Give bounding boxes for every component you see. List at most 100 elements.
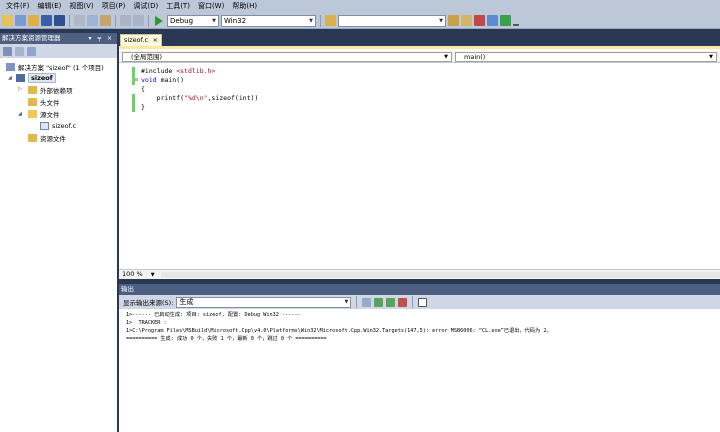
- previous-message-icon[interactable]: [374, 297, 384, 307]
- navigation-bar: (全局范围) ▼ main() ▼: [119, 51, 720, 63]
- menu-project[interactable]: 项目(P): [98, 0, 130, 13]
- find-combo[interactable]: ▼: [338, 14, 446, 27]
- properties-icon[interactable]: [3, 46, 12, 56]
- scope-combo[interactable]: (全局范围) ▼: [122, 52, 452, 62]
- output-source-value: 生成: [179, 298, 194, 306]
- output-source-combo[interactable]: 生成 ▼: [176, 296, 352, 308]
- tree-node-project[interactable]: sizeof: [16, 72, 56, 83]
- show-all-files-icon[interactable]: [15, 46, 24, 56]
- code-line: printf("%d\n",sizeof(int)): [141, 94, 259, 102]
- platform-combo[interactable]: Win32 ▼: [221, 14, 316, 27]
- menu-debug[interactable]: 调试(D): [129, 0, 162, 13]
- code-line: }: [141, 103, 145, 111]
- collapse-icon[interactable]: ◢: [18, 111, 22, 117]
- next-message-icon[interactable]: [386, 297, 396, 307]
- output-title: 输出: [121, 285, 134, 293]
- member-value: main(): [464, 53, 486, 61]
- word-wrap-icon[interactable]: [418, 297, 428, 307]
- toolbox-icon[interactable]: [474, 15, 485, 26]
- chevron-down-icon: ▼: [212, 17, 216, 24]
- header-files-label: 头文件: [40, 98, 60, 107]
- menu-file[interactable]: 文件(F): [2, 0, 34, 13]
- chevron-down-icon[interactable]: ▼: [151, 272, 155, 278]
- folder-icon: [28, 133, 37, 142]
- folder-icon: [28, 97, 37, 106]
- toolbar-separator: [148, 14, 149, 27]
- paste-icon[interactable]: [100, 15, 111, 26]
- tab-label: sizeof.c: [124, 36, 149, 44]
- tab-sizeof-c[interactable]: sizeof.c ×: [120, 34, 162, 46]
- zoom-level[interactable]: 100 %: [122, 270, 143, 278]
- external-deps-label: 外部依赖项: [40, 86, 73, 95]
- start-debugging-icon[interactable]: [155, 15, 163, 26]
- expand-icon[interactable]: ▷: [18, 86, 22, 92]
- configuration-combo[interactable]: Debug ▼: [167, 14, 219, 27]
- toolbar-separator: [69, 14, 70, 27]
- save-icon[interactable]: [41, 15, 52, 26]
- horizontal-scrollbar[interactable]: [161, 272, 720, 278]
- menu-tools[interactable]: 工具(T): [162, 0, 194, 13]
- fold-icon[interactable]: ⊟: [135, 77, 138, 83]
- tree-node-source-files[interactable]: 源文件: [28, 108, 60, 119]
- add-item-icon[interactable]: [15, 15, 26, 26]
- document-tabs: sizeof.c ×: [119, 33, 720, 46]
- tree-node-resource-files[interactable]: 资源文件: [28, 132, 66, 143]
- redo-icon[interactable]: [133, 15, 144, 26]
- copy-icon[interactable]: [87, 15, 98, 26]
- source-file-label: sizeof.c: [52, 121, 77, 130]
- output-text[interactable]: 1>------ 已启动生成: 项目: sizeof, 配置: Debug Wi…: [119, 309, 720, 432]
- code-line: {: [141, 85, 145, 93]
- toolbar-separator: [320, 14, 321, 27]
- cut-icon[interactable]: [74, 15, 85, 26]
- code-line: #include <stdlib.h>: [141, 67, 216, 75]
- resource-files-label: 资源文件: [40, 134, 66, 143]
- output-line: 1>C:\Program Files\MSBuild\Microsoft.Cpp…: [126, 328, 552, 334]
- folder-icon: [28, 85, 37, 94]
- toolbar-separator: [115, 14, 116, 27]
- properties-icon[interactable]: [461, 15, 472, 26]
- close-icon[interactable]: ×: [153, 35, 158, 46]
- code-line: void main(): [141, 76, 185, 84]
- clear-all-icon[interactable]: [398, 297, 408, 307]
- tree-node-external-deps[interactable]: 外部依赖项: [28, 84, 73, 95]
- zoom-bar: 100 % ▼: [119, 269, 720, 279]
- menu-edit[interactable]: 编辑(E): [34, 0, 66, 13]
- project-icon: [16, 73, 25, 82]
- open-file-icon[interactable]: [28, 15, 39, 26]
- class-view-icon[interactable]: [487, 15, 498, 26]
- tree-node-solution[interactable]: 解决方案 "sizeof" (1 个项目): [6, 61, 104, 72]
- source-files-label: 源文件: [40, 110, 60, 119]
- start-page-icon[interactable]: [500, 15, 511, 26]
- solution-explorer-icon[interactable]: [448, 15, 459, 26]
- member-combo[interactable]: main() ▼: [455, 52, 717, 62]
- menu-view[interactable]: 视图(V): [65, 0, 97, 13]
- toolbar-separator: [356, 296, 358, 308]
- menu-help[interactable]: 帮助(H): [228, 0, 261, 13]
- refresh-icon[interactable]: [27, 46, 36, 56]
- solution-tree: 解决方案 "sizeof" (1 个项目) ◢ sizeof ▷ 外部依赖项 头…: [0, 58, 117, 432]
- chevron-down-icon: ▼: [344, 299, 349, 305]
- collapse-icon[interactable]: ◢: [8, 75, 12, 81]
- output-source-label: 显示输出来源(S):: [123, 299, 174, 307]
- find-in-files-icon[interactable]: [325, 15, 336, 26]
- undo-icon[interactable]: [120, 15, 131, 26]
- changed-line-marker: [132, 94, 135, 112]
- output-line: 1> TRACKER :: [126, 320, 167, 326]
- code-area[interactable]: ⊟ #include <stdlib.h> void main() { prin…: [119, 65, 720, 265]
- tree-node-source-file[interactable]: sizeof.c: [40, 120, 76, 131]
- toolbar-separator: [412, 296, 414, 308]
- project-label: sizeof: [28, 72, 56, 83]
- pane-controls[interactable]: ▾ ╤ ×: [89, 33, 117, 44]
- standard-toolbar: Debug ▼ Win32 ▼ ▼: [0, 13, 720, 29]
- find-message-icon[interactable]: [362, 297, 372, 307]
- solution-explorer-header: 解决方案资源管理器 ▾ ╤ ×: [0, 33, 117, 44]
- code-editor[interactable]: (全局范围) ▼ main() ▼ ⊟ #include <stdlib.h> …: [119, 46, 720, 279]
- tree-node-header-files[interactable]: 头文件: [28, 96, 60, 107]
- menu-window[interactable]: 窗口(W): [194, 0, 228, 13]
- toolbar-options-icon[interactable]: [513, 15, 519, 26]
- solution-explorer-title: 解决方案资源管理器: [2, 34, 61, 42]
- save-all-icon[interactable]: [54, 15, 65, 26]
- solution-label: 解决方案 "sizeof" (1 个项目): [18, 63, 104, 72]
- chevron-down-icon: ▼: [439, 17, 443, 24]
- new-project-icon[interactable]: [2, 15, 13, 26]
